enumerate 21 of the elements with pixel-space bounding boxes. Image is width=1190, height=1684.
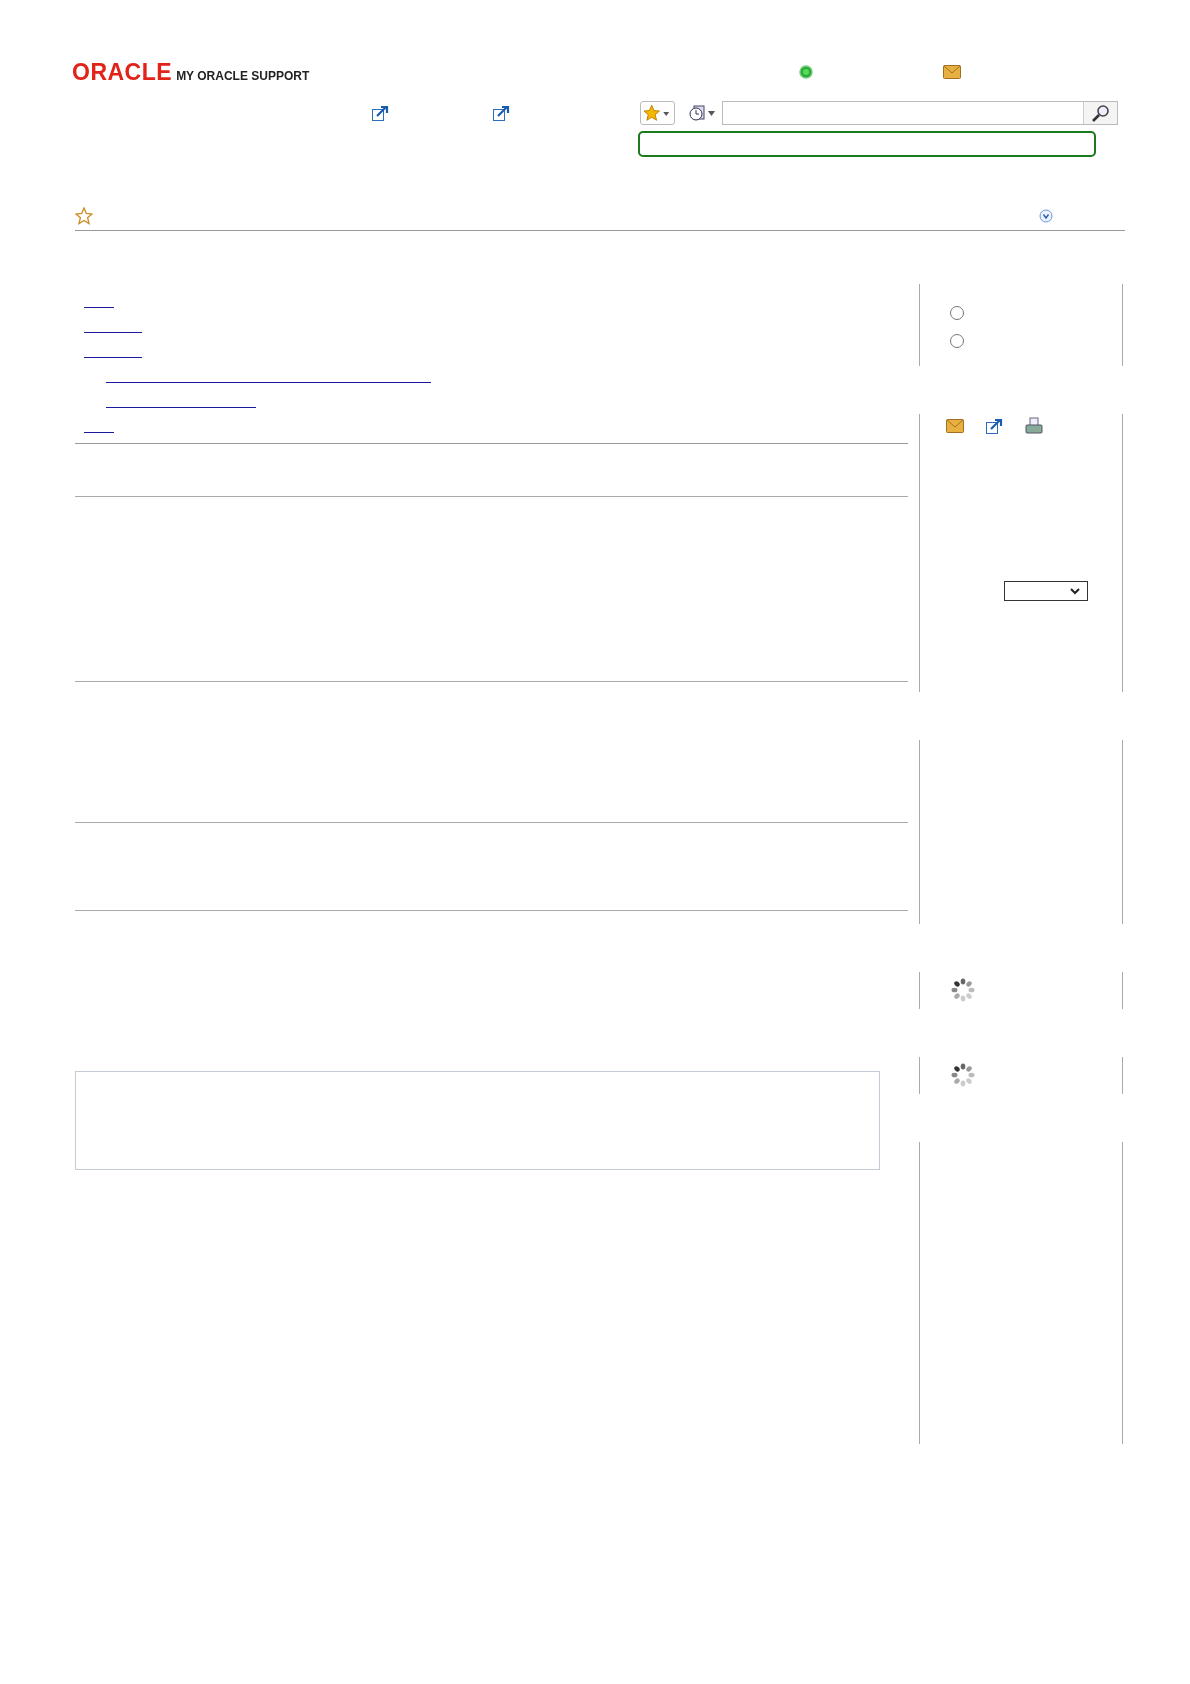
product-name: MY ORACLE SUPPORT bbox=[176, 69, 310, 83]
search-field[interactable] bbox=[722, 101, 1118, 125]
status-dot-icon bbox=[799, 65, 814, 79]
radio-button[interactable] bbox=[950, 334, 964, 348]
envelope-icon[interactable] bbox=[946, 419, 964, 433]
external-link-icon[interactable] bbox=[493, 105, 510, 121]
star-icon[interactable] bbox=[75, 207, 93, 225]
search-button[interactable] bbox=[1083, 102, 1117, 124]
expand-icon[interactable] bbox=[1039, 209, 1053, 223]
external-link-icon[interactable] bbox=[986, 418, 1003, 434]
favorites-button[interactable] bbox=[640, 101, 675, 125]
loading-spinner-icon bbox=[950, 977, 976, 1003]
history-icon[interactable] bbox=[688, 104, 718, 122]
oracle-logo: ORACLE bbox=[72, 60, 173, 84]
dropdown[interactable] bbox=[1004, 581, 1088, 601]
caret-icon bbox=[1069, 587, 1081, 595]
loading-spinner-icon bbox=[950, 1062, 976, 1088]
radio-button[interactable] bbox=[950, 306, 964, 320]
printer-icon[interactable] bbox=[1025, 417, 1043, 435]
external-link-icon[interactable] bbox=[372, 105, 389, 121]
envelope-icon[interactable] bbox=[943, 65, 962, 79]
